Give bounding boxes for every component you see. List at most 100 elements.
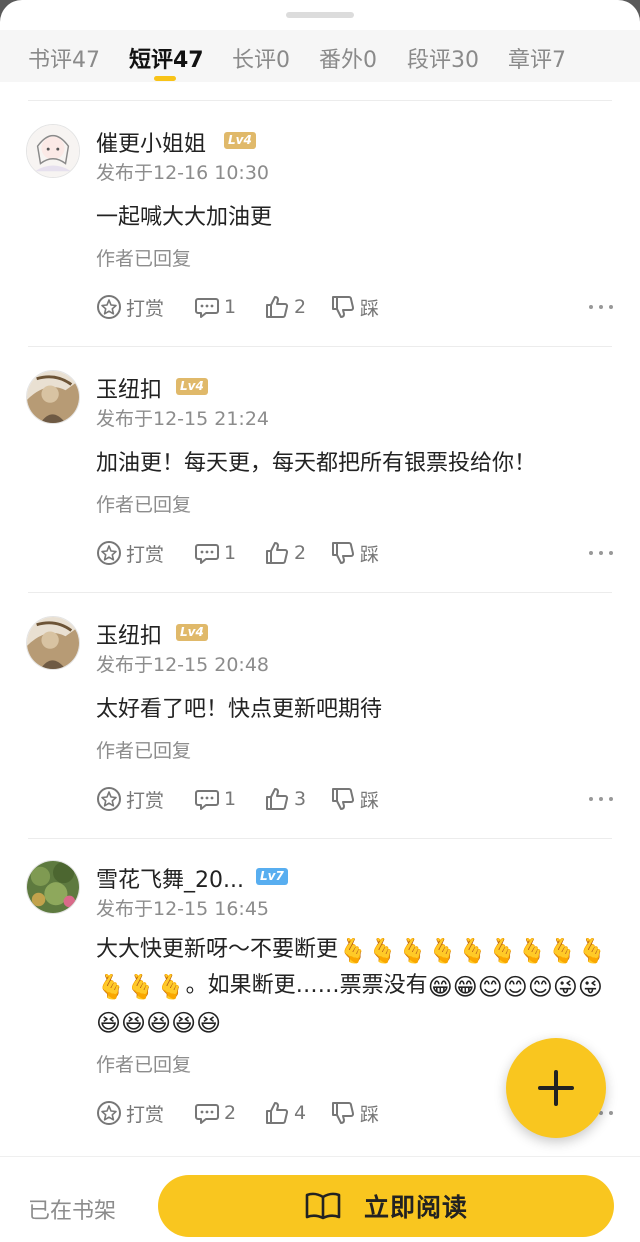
like-count: 2 (294, 542, 307, 564)
reward-icon (97, 1101, 121, 1125)
bottom-action-bar: 已在书架 立即阅读 (0, 1156, 640, 1242)
finger-heart-emoji: 🫰 (517, 937, 548, 965)
reward-icon (97, 541, 121, 565)
author-replied-label: 作者已回复 (96, 740, 192, 762)
dislike-button[interactable]: 踩 (330, 782, 379, 816)
finger-heart-emoji: 🫰 (338, 937, 368, 965)
level-badge: Lv4 (176, 378, 208, 395)
laugh-emoji: 😆 (171, 1009, 197, 1037)
thumbs-down-icon (332, 542, 355, 564)
post-date: 发布于12-15 16:45 (96, 898, 270, 920)
smile-emoji: 😊 (477, 973, 503, 1001)
tab-short-review[interactable]: 短评47 (129, 42, 204, 74)
comment-text-middle: 。如果断更……票票没有 (185, 973, 428, 998)
tab-paragraph-review[interactable]: 段评30 (407, 42, 479, 74)
reward-label: 打赏 (126, 789, 165, 812)
finger-heart-emoji: 🫰 (96, 973, 126, 1001)
more-button[interactable] (586, 782, 616, 816)
finger-heart-emoji: 🫰 (427, 937, 458, 965)
level-badge: Lv4 (224, 132, 256, 149)
dislike-button[interactable]: 踩 (330, 536, 379, 570)
author-replied-label: 作者已回复 (96, 248, 192, 270)
comments-sheet: 书评47 短评47 长评0 番外0 段评30 章评7 催更小姐姐 Lv4 发布于… (0, 0, 640, 1242)
reward-label: 打赏 (126, 1103, 165, 1126)
avatar[interactable] (26, 860, 80, 914)
username[interactable]: 玉纽扣 (96, 618, 162, 650)
like-button[interactable]: 4 (264, 1096, 306, 1130)
username[interactable]: 玉纽扣 (96, 372, 162, 404)
finger-heart-emoji: 🫰 (547, 937, 578, 965)
reward-button[interactable]: 打赏 (96, 782, 164, 816)
more-button[interactable] (586, 290, 616, 324)
divider (28, 592, 612, 593)
comment-text: 大大快更新呀～不要断更🫰🫰🫰🫰🫰🫰🫰🫰🫰🫰🫰🫰。如果断更……票票没有😁😁😊😊😊😜… (96, 932, 616, 1040)
more-icon (589, 797, 613, 801)
more-button[interactable] (586, 536, 616, 570)
thumbs-up-icon (266, 788, 289, 810)
comment-actions: 打赏 1 2 踩 (0, 536, 640, 570)
sheet-drag-handle[interactable] (286, 12, 354, 18)
like-button[interactable]: 3 (264, 782, 306, 816)
avatar[interactable] (26, 124, 80, 178)
grin-emoji: 😁 (427, 973, 453, 1001)
comment-tabs: 书评47 短评47 长评0 番外0 段评30 章评7 (0, 30, 640, 82)
reward-button[interactable]: 打赏 (96, 1096, 164, 1130)
username[interactable]: 催更小姐姐 (96, 126, 206, 158)
reply-button[interactable]: 1 (194, 536, 236, 570)
comment-actions: 打赏 1 2 踩 (0, 290, 640, 324)
like-button[interactable]: 2 (264, 290, 306, 324)
username[interactable]: 雪花飞舞_20... (96, 862, 244, 894)
reply-count: 1 (224, 788, 237, 810)
reply-count: 2 (224, 1102, 237, 1124)
dislike-label: 踩 (360, 1103, 380, 1126)
like-button[interactable]: 2 (264, 536, 306, 570)
read-now-label: 立即阅读 (363, 1193, 468, 1222)
tab-extra[interactable]: 番外0 (319, 42, 377, 74)
reward-icon (97, 295, 121, 319)
avatar[interactable] (26, 370, 80, 424)
author-replied-label: 作者已回复 (96, 494, 192, 516)
finger-heart-emoji: 🫰 (487, 937, 518, 965)
dislike-button[interactable]: 踩 (330, 290, 379, 324)
tab-book-review[interactable]: 书评47 (28, 42, 100, 74)
thumbs-down-icon (332, 296, 355, 318)
divider (28, 346, 612, 347)
comment-icon (195, 298, 219, 318)
thumbs-down-icon (332, 788, 355, 810)
reply-button[interactable]: 1 (194, 290, 236, 324)
wink-emoji: 😜 (577, 973, 603, 1001)
reply-button[interactable]: 2 (194, 1096, 236, 1130)
avatar[interactable] (26, 616, 80, 670)
finger-heart-emoji: 🫰 (367, 937, 398, 965)
laugh-emoji: 😆 (196, 1009, 222, 1037)
reply-button[interactable]: 1 (194, 782, 236, 816)
finger-heart-emoji: 🫰 (397, 937, 428, 965)
comment-icon (195, 544, 219, 564)
reward-button[interactable]: 打赏 (96, 290, 164, 324)
reward-label: 打赏 (126, 543, 165, 566)
smile-emoji: 😊 (502, 973, 528, 1001)
grin-emoji: 😁 (452, 973, 478, 1001)
add-comment-button[interactable] (506, 1038, 606, 1138)
comment-text-start: 大大快更新呀～不要断更 (96, 937, 339, 962)
reply-count: 1 (224, 542, 237, 564)
active-tab-indicator (154, 76, 176, 81)
comment-icon (195, 1104, 219, 1124)
read-now-button[interactable]: 立即阅读 (158, 1175, 614, 1237)
tab-long-review[interactable]: 长评0 (232, 42, 290, 74)
laugh-emoji: 😆 (146, 1009, 172, 1037)
tab-chapter-review[interactable]: 章评7 (508, 42, 566, 74)
in-shelf-label[interactable]: 已在书架 (28, 1193, 116, 1225)
finger-heart-emoji: 🫰 (125, 973, 156, 1001)
comment-actions: 打赏 1 3 踩 (0, 782, 640, 816)
level-badge: Lv7 (256, 868, 288, 885)
reward-icon (97, 787, 121, 811)
comment-text: 太好看了吧！快点更新吧期待 (96, 697, 383, 722)
comment-icon (195, 790, 219, 810)
more-icon (589, 551, 613, 555)
dislike-label: 踩 (360, 543, 380, 566)
thumbs-down-icon (332, 1102, 355, 1124)
book-icon (305, 1192, 341, 1220)
reward-button[interactable]: 打赏 (96, 536, 164, 570)
dislike-button[interactable]: 踩 (330, 1096, 379, 1130)
